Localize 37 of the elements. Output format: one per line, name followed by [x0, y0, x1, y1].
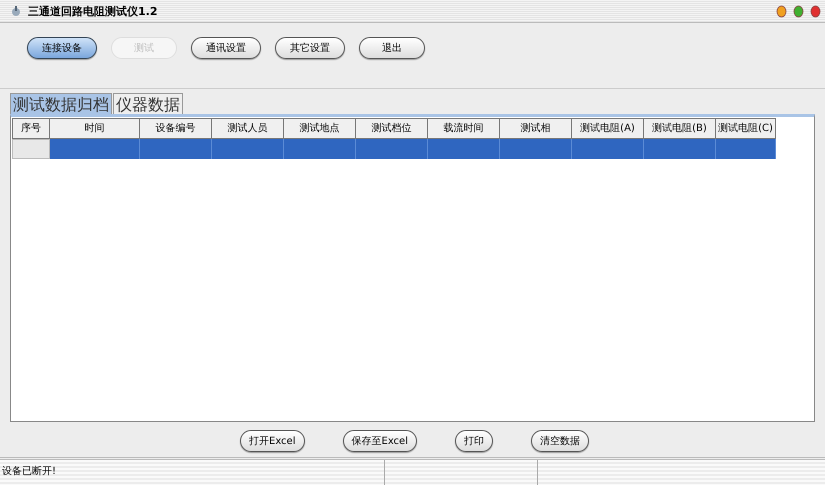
toolbar-button[interactable]: 通讯设置	[191, 37, 261, 59]
column-header[interactable]: 测试电阻(B)	[644, 118, 716, 139]
tab[interactable]: 仪器数据	[113, 93, 183, 114]
column-header[interactable]: 测试档位	[356, 118, 428, 139]
window-control-icon[interactable]	[810, 4, 821, 18]
toolbar-button[interactable]: 其它设置	[275, 37, 345, 59]
column-header[interactable]: 测试人员	[212, 118, 284, 139]
column-header[interactable]: 测试电阻(C)	[716, 118, 776, 139]
status-message: 设备已断开!	[0, 460, 385, 485]
table-cell	[716, 139, 776, 159]
column-header[interactable]: 序号	[12, 118, 50, 139]
table-cell	[428, 139, 500, 159]
tab[interactable]: 测试数据归档	[10, 93, 112, 114]
column-header[interactable]: 时间	[50, 118, 140, 139]
toolbar-button[interactable]: 退出	[359, 37, 425, 59]
table-cell	[212, 139, 284, 159]
window-control-icon[interactable]	[793, 4, 804, 18]
column-header[interactable]: 测试电阻(A)	[572, 118, 644, 139]
table-cell	[140, 139, 212, 159]
window-control-icon[interactable]	[776, 4, 787, 18]
column-header[interactable]: 测试地点	[284, 118, 356, 139]
action-button[interactable]: 保存至Excel	[342, 430, 417, 452]
table-cell	[284, 139, 356, 159]
action-button[interactable]: 打开Excel	[240, 430, 304, 452]
table-cell	[500, 139, 572, 159]
action-button[interactable]: 清空数据	[531, 430, 589, 452]
row-header	[12, 139, 50, 159]
table-cell	[356, 139, 428, 159]
window-title: 三通道回路电阻测试仪1.2	[28, 4, 158, 18]
column-header[interactable]: 载流时间	[428, 118, 500, 139]
column-header[interactable]: 测试相	[500, 118, 572, 139]
table-cell	[644, 139, 716, 159]
action-button[interactable]: 打印	[455, 430, 493, 452]
table-cell	[572, 139, 644, 159]
column-header[interactable]: 设备编号	[140, 118, 212, 139]
app-icon	[10, 5, 22, 17]
toolbar-button[interactable]: 连接设备	[27, 37, 97, 59]
